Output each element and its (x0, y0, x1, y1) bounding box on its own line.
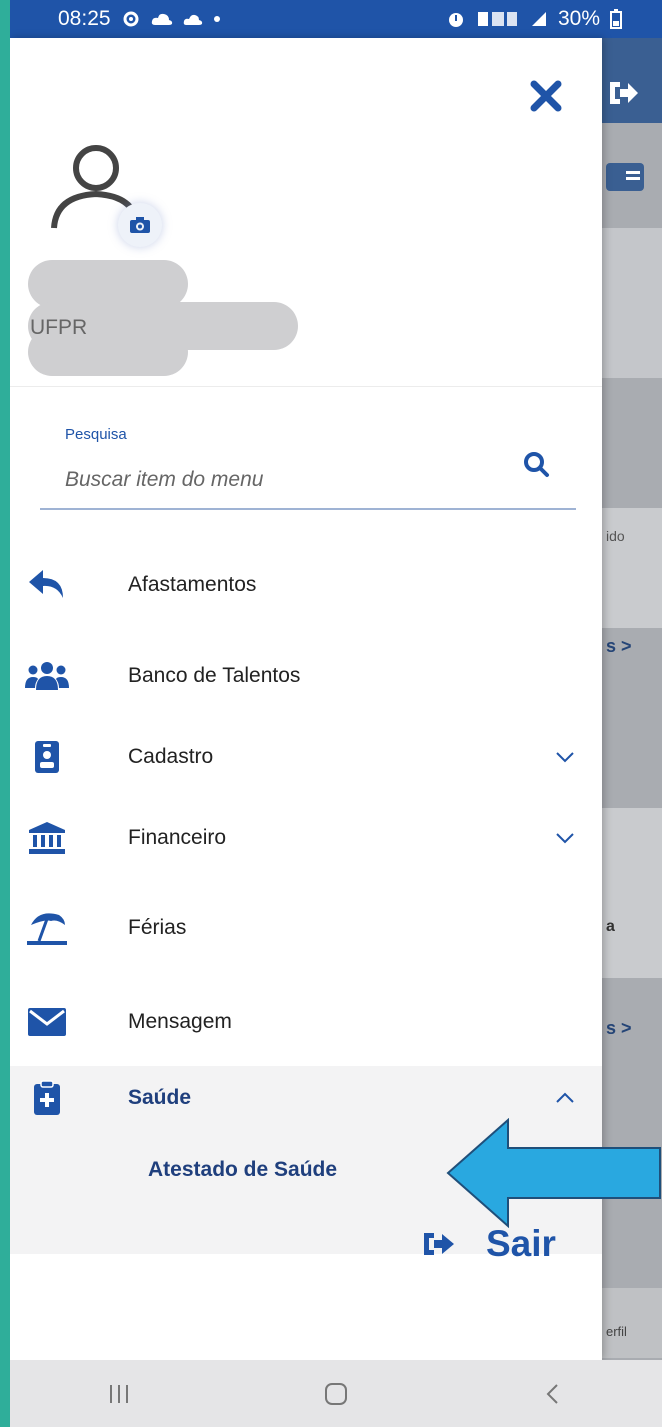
logout-label: Sair (486, 1223, 556, 1264)
background-card (602, 148, 662, 208)
background-app-header (602, 38, 662, 123)
annotation-arrow (446, 1118, 661, 1228)
system-nav-bar (10, 1360, 662, 1427)
search-icon[interactable] (522, 450, 550, 478)
cloud-icon (183, 14, 202, 25)
back-icon (546, 1383, 559, 1404)
menu-item-afastamentos[interactable]: Afastamentos (10, 545, 602, 625)
medical-clipboard-icon (24, 1078, 70, 1118)
battery-icon (610, 9, 622, 29)
submenu-item-atestado-de-saude[interactable]: Atestado de Saúde (148, 1158, 337, 1182)
menu-item-label: Saúde (128, 1086, 192, 1109)
menu-item-banco-de-talentos[interactable]: Banco de Talentos (10, 636, 602, 716)
background-block: erfil (602, 1288, 662, 1358)
navigation-drawer: UFPR Pesquisa Afastamentos Banco de Tale… (10, 38, 661, 1360)
chevron-down-icon (556, 752, 574, 763)
menu-item-label: Financeiro (128, 826, 227, 849)
menu-item-cadastro[interactable]: Cadastro (10, 717, 602, 797)
wifi-calling-icon (477, 12, 517, 26)
background-text: ido (606, 528, 625, 544)
beach-umbrella-icon (24, 908, 70, 948)
home-button[interactable] (306, 1374, 366, 1414)
dot-icon (213, 16, 220, 22)
search-label: Pesquisa (65, 426, 127, 443)
divider (10, 386, 602, 387)
envelope-icon (24, 1002, 70, 1042)
search-input[interactable] (65, 463, 505, 497)
chevron-up-icon (556, 1092, 574, 1103)
status-time: 08:25 (58, 7, 111, 30)
chevron-down-icon (556, 833, 574, 844)
menu-item-label: Mensagem (128, 1010, 232, 1033)
home-icon (324, 1382, 347, 1405)
menu-item-label: Férias (128, 916, 187, 939)
phone-screen: 08:25 30% ido s > a s > erfil UFPR Pesqu… (10, 0, 662, 1427)
background-text: s > (606, 1018, 632, 1038)
redacted-name (28, 260, 188, 308)
menu-item-ferias[interactable]: Férias (10, 888, 602, 968)
logout-icon (610, 82, 638, 104)
battery-percentage: 30% (557, 7, 600, 30)
camera-icon (130, 217, 150, 233)
id-badge-icon (24, 737, 70, 777)
organization-label: UFPR (30, 316, 88, 339)
menu-item-label: Cadastro (128, 745, 214, 768)
back-button[interactable] (523, 1374, 583, 1414)
logout-icon (424, 1233, 454, 1255)
reply-arrow-icon (24, 565, 70, 605)
bank-icon (24, 818, 70, 858)
close-icon[interactable] (528, 78, 564, 114)
menu-item-label: Banco de Talentos (128, 664, 301, 687)
menu-item-financeiro[interactable]: Financeiro (10, 798, 602, 878)
cloud-icon (151, 13, 172, 25)
background-text: s > (606, 636, 632, 656)
search-underline (40, 508, 576, 510)
menu-item-mensagem[interactable]: Mensagem (10, 982, 602, 1062)
status-bar: 08:25 30% (10, 0, 662, 38)
signal-icon (531, 12, 546, 26)
recent-apps-button[interactable] (89, 1374, 149, 1414)
change-photo-button[interactable] (118, 203, 162, 247)
background-text: erfil (606, 1324, 627, 1339)
menu-item-label: Afastamentos (128, 573, 257, 596)
id-card-icon (606, 163, 644, 191)
settings-gear-icon (123, 11, 139, 27)
background-block: a (602, 808, 662, 978)
recent-apps-icon (109, 1384, 128, 1403)
users-group-icon (24, 656, 70, 696)
background-text: a (606, 918, 615, 935)
alarm-icon (448, 13, 463, 27)
background-block: ido (602, 508, 662, 628)
background-block (602, 228, 662, 378)
